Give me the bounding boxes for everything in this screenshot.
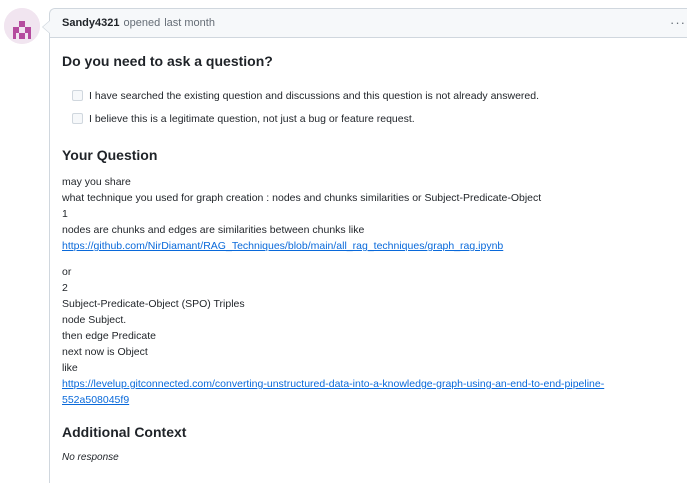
checkbox[interactable] <box>72 113 83 124</box>
question-paragraph-1: may you share what technique you used fo… <box>62 174 687 254</box>
question-heading: Do you need to ask a question? <box>62 53 273 69</box>
identicon-icon <box>4 8 40 44</box>
text-line: Subject-Predicate-Object (SPO) Triples <box>62 298 245 310</box>
text-line: node Subject. <box>62 314 127 326</box>
author-link[interactable]: Sandy4321 <box>62 17 119 29</box>
text-line: what technique you used for graph creati… <box>62 192 542 204</box>
no-response-text: No response <box>62 452 119 463</box>
task-item-legitimate: I believe this is a legitimate question,… <box>62 107 687 130</box>
text-line: like <box>62 362 78 374</box>
question-paragraph-2: or 2 Subject-Predicate-Object (SPO) Trip… <box>62 264 687 408</box>
task-label: I have searched the existing question an… <box>89 89 540 102</box>
kebab-horizontal-icon[interactable]: ··· <box>670 15 686 30</box>
timestamp-link[interactable]: last month <box>164 17 215 29</box>
task-item-searched: I have searched the existing question an… <box>62 84 687 107</box>
text-line: 2 <box>62 282 68 294</box>
levelup-article-link-continued[interactable]: 552a508045f9 <box>62 394 129 406</box>
graph-rag-link[interactable]: https://github.com/NirDiamant/RAG_Techni… <box>62 240 503 252</box>
text-line: then edge Predicate <box>62 330 156 342</box>
text-line: nodes are chunks and edges are similarit… <box>62 224 365 236</box>
text-line: next now is Object <box>62 346 148 358</box>
comment-header: Sandy4321 opened last month ··· <box>50 9 687 38</box>
checkbox[interactable] <box>72 90 83 101</box>
action-text: opened <box>123 17 161 29</box>
additional-context-heading: Additional Context <box>62 424 187 440</box>
avatar[interactable] <box>4 8 40 44</box>
comment-body: Do you need to ask a question? I have se… <box>50 38 687 466</box>
levelup-article-link[interactable]: https://levelup.gitconnected.com/convert… <box>62 378 604 390</box>
issue-comment: Sandy4321 opened last month ··· Do you n… <box>42 8 687 483</box>
task-label: I believe this is a legitimate question,… <box>89 112 415 125</box>
text-line: 1 <box>62 208 68 220</box>
text-line: or <box>62 266 72 278</box>
your-question-heading: Your Question <box>62 147 158 163</box>
text-line: may you share <box>62 176 131 188</box>
